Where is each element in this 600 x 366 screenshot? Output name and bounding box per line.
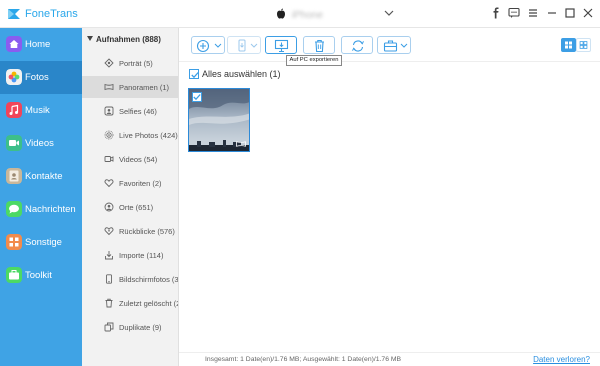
photo-thumbnail[interactable] bbox=[188, 88, 250, 152]
add-icon bbox=[196, 39, 210, 53]
category-panel: Aufnahmen (888) Porträt (5) Panoramen (1… bbox=[82, 28, 179, 366]
sidebar-item-toolkit[interactable]: Toolkit bbox=[0, 259, 82, 292]
sidebar-item-label: Kontakte bbox=[25, 171, 63, 182]
main-panel: Auf PC exportieren Alles auswählen (1) I… bbox=[179, 28, 600, 366]
category-item-videos[interactable]: Videos (54) bbox=[82, 148, 178, 170]
list-view-icon[interactable] bbox=[576, 38, 591, 52]
category-item-duplikate[interactable]: Duplikate (9) bbox=[82, 316, 178, 338]
toolbox-icon bbox=[383, 40, 398, 52]
apple-icon bbox=[277, 8, 285, 19]
delete-icon bbox=[315, 39, 324, 53]
grid-view-icon[interactable] bbox=[561, 38, 576, 52]
heart-icon bbox=[104, 179, 114, 188]
screenshot-icon bbox=[106, 274, 112, 284]
export-to-pc-button[interactable] bbox=[265, 36, 297, 54]
sidebar-item-label: Musik bbox=[25, 105, 50, 116]
memories-icon bbox=[104, 227, 114, 236]
sync-icon bbox=[352, 40, 364, 52]
sidebar-item-label: Toolkit bbox=[25, 270, 52, 281]
checkbox[interactable] bbox=[189, 69, 199, 79]
category-item-portrait[interactable]: Porträt (5) bbox=[82, 52, 178, 74]
toolbar: Auf PC exportieren bbox=[179, 28, 600, 66]
import-icon bbox=[105, 251, 113, 260]
export-device-button[interactable] bbox=[227, 36, 261, 54]
panorama-icon bbox=[104, 83, 114, 91]
duplicate-icon bbox=[104, 322, 114, 332]
portrait-icon bbox=[104, 58, 114, 68]
contacts-icon bbox=[6, 168, 22, 184]
export-tooltip: Auf PC exportieren bbox=[286, 55, 342, 66]
location-icon bbox=[104, 202, 114, 212]
export-pc-icon bbox=[274, 39, 289, 53]
sidebar-item-sonstige[interactable]: Sonstige bbox=[0, 226, 82, 259]
photos-icon bbox=[6, 69, 22, 85]
device-selector[interactable]: iPhone bbox=[276, 8, 323, 21]
app-name: FoneTrans bbox=[25, 8, 78, 20]
panorama-badge-icon bbox=[236, 141, 246, 147]
device-name: iPhone bbox=[291, 10, 323, 21]
category-item-importe[interactable]: Importe (114) bbox=[82, 244, 178, 266]
sidebar-item-label: Sonstige bbox=[25, 237, 62, 248]
sidebar-item-videos[interactable]: Videos bbox=[0, 127, 82, 160]
toolbox-button[interactable] bbox=[377, 36, 411, 54]
sidebar-item-label: Home bbox=[25, 39, 51, 50]
sidebar-item-label: Fotos bbox=[25, 72, 49, 83]
video-icon bbox=[104, 156, 114, 162]
facebook-icon[interactable] bbox=[490, 7, 502, 19]
video-icon bbox=[6, 135, 22, 151]
chevron-down-icon bbox=[400, 43, 408, 48]
export-device-icon bbox=[238, 39, 246, 52]
feedback-icon[interactable] bbox=[508, 7, 520, 19]
sidebar-item-nachrichten[interactable]: Nachrichten bbox=[0, 193, 82, 226]
music-icon bbox=[6, 102, 22, 118]
category-item-favoriten[interactable]: Favoriten (2) bbox=[82, 172, 178, 194]
live-photo-icon bbox=[104, 130, 114, 140]
minimize-icon[interactable] bbox=[546, 7, 558, 19]
delete-button[interactable] bbox=[303, 36, 335, 54]
select-all-checkbox[interactable]: Alles auswählen (1) bbox=[189, 69, 281, 79]
sidebar-item-label: Nachrichten bbox=[25, 204, 76, 215]
status-bar: Insgesamt: 1 Date(en)/1.76 MB; Ausgewähl… bbox=[179, 352, 600, 366]
select-all-label: Alles auswählen (1) bbox=[202, 69, 281, 79]
menu-icon[interactable] bbox=[527, 7, 539, 19]
category-item-live-photos[interactable]: Live Photos (424) bbox=[82, 124, 178, 146]
sidebar-item-kontakte[interactable]: Kontakte bbox=[0, 160, 82, 193]
category-item-rueckblicke[interactable]: Rückblicke (576) bbox=[82, 220, 178, 242]
sidebar-item-home[interactable]: Home bbox=[0, 28, 82, 61]
sidebar: Home Fotos Musik Videos Kontakte Nachric… bbox=[0, 28, 82, 366]
selfie-icon bbox=[104, 106, 114, 116]
thumbnail-checkbox[interactable] bbox=[192, 92, 202, 102]
category-item-zuletzt-geloescht[interactable]: Zuletzt gelöscht (298) bbox=[82, 292, 178, 314]
chevron-down-icon bbox=[250, 43, 258, 48]
category-header[interactable]: Aufnahmen (888) bbox=[87, 35, 161, 44]
data-lost-link[interactable]: Daten verloren? bbox=[533, 355, 590, 364]
category-item-orte[interactable]: Orte (651) bbox=[82, 196, 178, 218]
category-item-bildschirmfotos[interactable]: Bildschirmfotos (38) bbox=[82, 268, 178, 290]
status-text: Insgesamt: 1 Date(en)/1.76 MB; Ausgewähl… bbox=[205, 356, 402, 363]
sidebar-item-fotos[interactable]: Fotos bbox=[0, 61, 82, 94]
checkmark-icon bbox=[193, 94, 201, 101]
trash-icon bbox=[105, 298, 113, 308]
category-item-panoramen[interactable]: Panoramen (1) bbox=[82, 76, 178, 98]
fonetrans-logo-icon bbox=[8, 9, 20, 19]
messages-icon bbox=[6, 201, 22, 217]
home-icon bbox=[6, 36, 22, 52]
sync-button[interactable] bbox=[341, 36, 373, 54]
chevron-down-icon bbox=[214, 43, 222, 48]
title-bar: FoneTrans iPhone bbox=[0, 0, 600, 28]
sidebar-item-musik[interactable]: Musik bbox=[0, 94, 82, 127]
maximize-icon[interactable] bbox=[564, 7, 576, 19]
checkmark-icon bbox=[191, 72, 199, 79]
toolkit-icon bbox=[6, 267, 22, 283]
sidebar-item-label: Videos bbox=[25, 138, 54, 149]
add-button[interactable] bbox=[191, 36, 225, 54]
category-item-selfies[interactable]: Selfies (46) bbox=[82, 100, 178, 122]
other-icon bbox=[6, 234, 22, 250]
collapse-triangle-icon bbox=[87, 36, 93, 41]
chevron-down-icon[interactable] bbox=[384, 9, 394, 17]
close-icon[interactable] bbox=[582, 7, 594, 19]
